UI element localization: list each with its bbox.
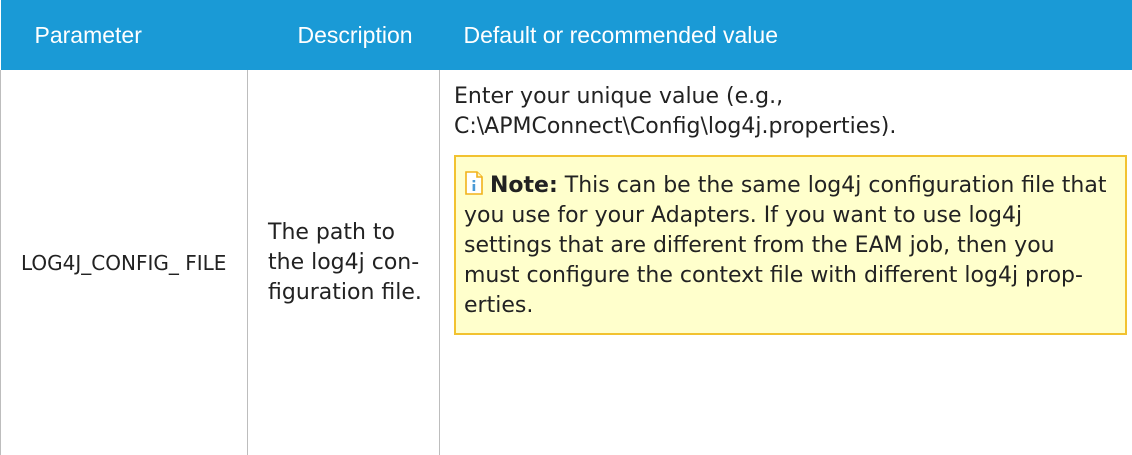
note-label: Note: bbox=[490, 173, 558, 198]
table-row: LOG4J_CONFIG_ FILE The path to the log4j… bbox=[0, 70, 1132, 455]
description-cell: The path to the log4j con- figuration fi… bbox=[247, 70, 440, 455]
header-parameter: Parameter bbox=[0, 0, 248, 70]
default-value-cell: Enter your unique value (e.g., C:\APMCon… bbox=[439, 70, 1132, 455]
note-document-icon bbox=[464, 171, 484, 195]
table-body: LOG4J_CONFIG_ FILE The path to the log4j… bbox=[0, 70, 1132, 455]
parameter-description: The path to the log4j con- figuration fi… bbox=[268, 219, 422, 305]
header-default-value: Default or recommended value bbox=[439, 0, 1132, 70]
parameter-name: LOG4J_CONFIG_ FILE bbox=[21, 250, 227, 275]
header-row: Parameter Description Default or recomme… bbox=[0, 0, 1132, 70]
table-header: Parameter Description Default or recomme… bbox=[0, 0, 1132, 70]
note-box: Note: This can be the same log4j configu… bbox=[454, 155, 1127, 335]
note-text: This can be the same log4j configuration… bbox=[464, 173, 1107, 318]
parameter-table: Parameter Description Default or recomme… bbox=[0, 0, 1132, 455]
default-value-text: Enter your unique value (e.g., C:\APMCon… bbox=[454, 84, 897, 139]
header-description: Description bbox=[247, 0, 440, 70]
parameter-cell: LOG4J_CONFIG_ FILE bbox=[0, 70, 248, 455]
